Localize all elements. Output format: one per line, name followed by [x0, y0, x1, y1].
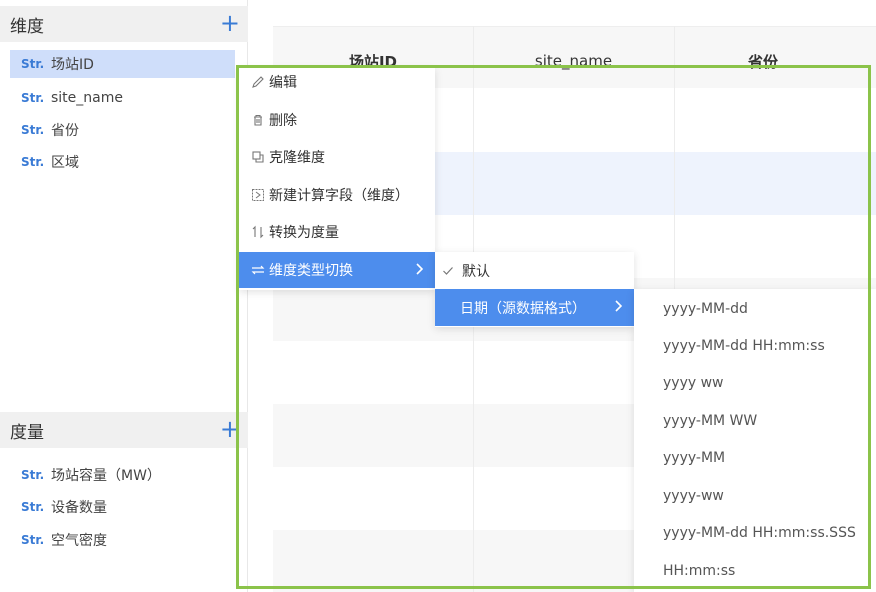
measures-header: 度量 + [0, 412, 248, 448]
string-type-icon: Str. [21, 468, 45, 482]
date-format-option[interactable]: yyyy-ww [663, 477, 873, 514]
field-panel: 维度 + Str. 场站ID Str. site_name Str. 省份 St… [0, 0, 248, 592]
menu-item-switch-dimension-type[interactable]: 维度类型切换 [239, 252, 435, 288]
menu-item-new-calc-field[interactable]: 新建计算字段（维度） [239, 177, 435, 213]
submenu-item-label: 日期（源数据格式） [460, 300, 586, 317]
chevron-right-icon [415, 262, 425, 280]
string-type-icon: Str. [21, 123, 45, 137]
string-type-icon: Str. [21, 155, 45, 169]
dimension-field-province[interactable]: Str. 省份 [10, 116, 235, 144]
string-type-icon: Str. [21, 57, 45, 71]
field-context-menu: 编辑 删除 克隆维度 新建计算字段（维度） 转换为度量 维度类型切换 [239, 68, 435, 290]
string-type-icon: Str. [21, 533, 45, 547]
dimensions-title: 维度 [10, 16, 44, 37]
date-format-option[interactable]: yyyy-MM [663, 439, 873, 476]
field-label: 区域 [51, 155, 79, 171]
string-type-icon: Str. [21, 500, 45, 514]
add-dimension-button[interactable]: + [220, 10, 240, 36]
menu-item-clone[interactable]: 克隆维度 [239, 139, 435, 175]
date-format-submenu: yyyy-MM-dd yyyy-MM-dd HH:mm:ss yyyy ww y… [634, 289, 876, 592]
swap-horizontal-icon [249, 261, 267, 279]
menu-item-convert-to-measure[interactable]: 转换为度量 [239, 214, 435, 250]
check-icon [442, 265, 454, 277]
field-label: 省份 [51, 123, 79, 139]
pencil-icon [249, 73, 267, 91]
field-label: 空气密度 [51, 533, 107, 549]
measure-field-capacity[interactable]: Str. 场站容量（MW） [10, 461, 235, 489]
dimension-field-site-name[interactable]: Str. site_name [10, 84, 235, 112]
column-header-site-name[interactable]: site_name [473, 27, 674, 89]
measures-title: 度量 [10, 422, 44, 443]
dimensions-header: 维度 + [0, 6, 248, 42]
string-type-icon: Str. [21, 91, 45, 105]
date-format-option[interactable]: yyyy-MM WW [663, 402, 873, 439]
menu-item-label: 编辑 [269, 75, 297, 91]
submenu-item-default[interactable]: 默认 [435, 252, 634, 289]
date-format-option[interactable]: yyyy-MM-dd [663, 290, 873, 327]
menu-item-delete[interactable]: 删除 [239, 102, 435, 138]
menu-item-label: 克隆维度 [269, 150, 325, 166]
trash-icon [249, 111, 267, 129]
measure-field-device-count[interactable]: Str. 设备数量 [10, 493, 235, 521]
add-measure-button[interactable]: + [220, 416, 240, 442]
date-format-option[interactable]: yyyy ww [663, 364, 873, 401]
swap-vertical-icon [249, 223, 267, 241]
menu-item-label: 新建计算字段（维度） [269, 188, 409, 204]
dimension-field-site-id[interactable]: Str. 场站ID [10, 50, 235, 78]
menu-item-label: 删除 [269, 113, 297, 129]
field-label: site_name [51, 90, 123, 106]
field-label: 设备数量 [51, 500, 107, 516]
column-header-province[interactable]: 省份 [674, 27, 852, 89]
measure-field-air-density[interactable]: Str. 空气密度 [10, 526, 235, 554]
field-label: 场站ID [51, 57, 94, 73]
field-label: 场站容量（MW） [51, 468, 161, 484]
submenu-item-date-source-format[interactable]: 日期（源数据格式） [435, 289, 634, 326]
submenu-item-label: 默认 [462, 263, 490, 280]
date-format-option[interactable]: HH:mm:ss [663, 552, 873, 589]
date-format-option[interactable]: yyyy-MM-dd HH:mm:ss [663, 327, 873, 364]
menu-item-label: 维度类型切换 [269, 263, 353, 279]
copy-icon [249, 148, 267, 166]
dimension-field-region[interactable]: Str. 区域 [10, 148, 235, 176]
menu-item-label: 转换为度量 [269, 225, 339, 241]
calc-field-icon [249, 186, 267, 204]
date-format-option[interactable]: yyyy-MM-dd HH:mm:ss.SSS [663, 514, 873, 551]
menu-item-edit[interactable]: 编辑 [239, 64, 435, 100]
dimension-type-submenu: 默认 日期（源数据格式） [435, 252, 634, 327]
chevron-right-icon [614, 299, 624, 317]
